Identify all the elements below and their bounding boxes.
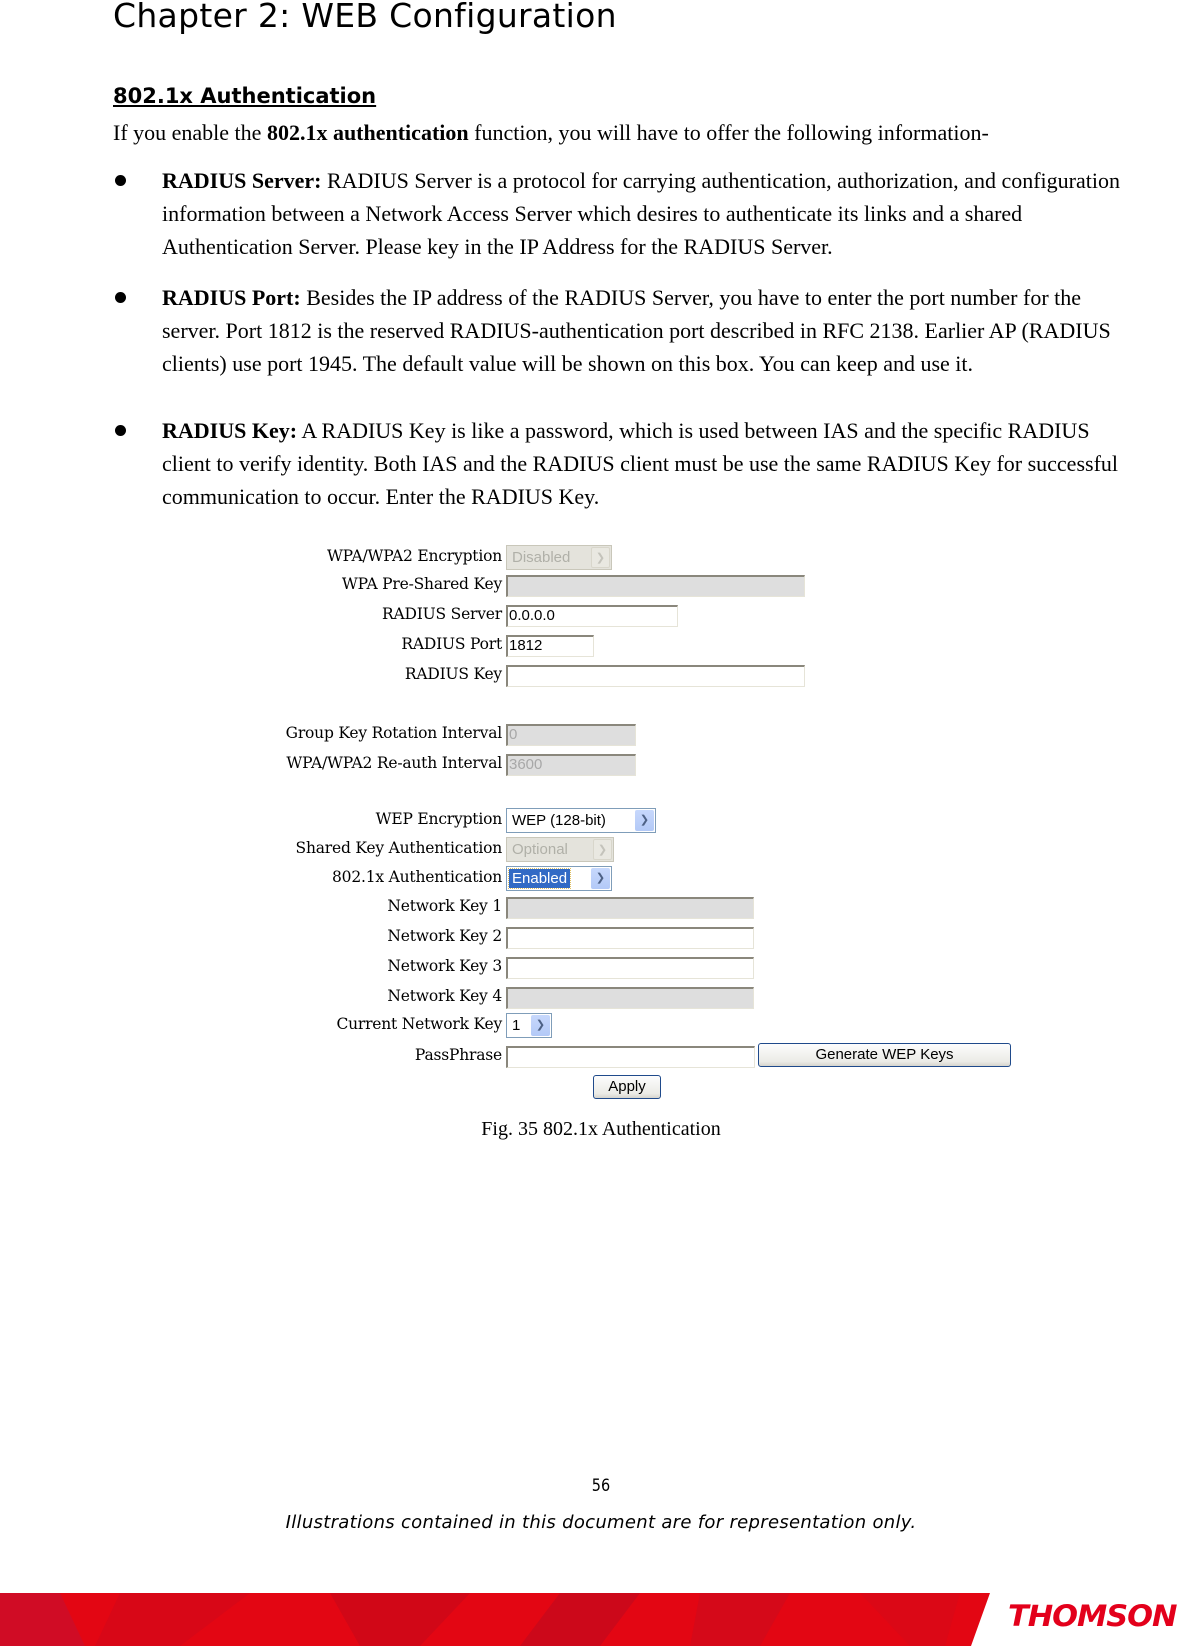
radius-server-label: RADIUS Server (382, 605, 502, 623)
passphrase-input[interactable] (506, 1046, 755, 1068)
intro-prefix: If you enable the (113, 120, 267, 145)
section-heading: 802.1x Authentication (113, 84, 377, 108)
wpa-encryption-value: Disabled (512, 549, 571, 566)
thomson-logo: THOMSON (1008, 1599, 1177, 1633)
group-key-interval-input[interactable]: 0 (506, 724, 636, 746)
wpa-psk-input[interactable] (506, 575, 805, 597)
network-key-4-input[interactable] (506, 987, 754, 1009)
bullet-radius-server: RADIUS Server: RADIUS Server is a protoc… (113, 164, 1133, 263)
chevron-down-icon: ❯ (593, 839, 612, 860)
network-key-2-input[interactable] (506, 927, 754, 949)
chapter-title: Chapter 2: WEB Configuration (113, 0, 617, 35)
group-key-interval-label: Group Key Rotation Interval (285, 724, 503, 742)
chevron-down-icon: ❯ (531, 1015, 550, 1036)
wpa-encryption-select[interactable]: Disabled ❯ (506, 545, 612, 570)
wpa-encryption-label: WPA/WPA2 Encryption (326, 547, 502, 565)
bullet-term: RADIUS Key: (162, 418, 298, 443)
chevron-down-icon: ❯ (591, 547, 610, 568)
bullet-term: RADIUS Server: (162, 168, 322, 193)
footer-disclaimer: Illustrations contained in this document… (285, 1512, 917, 1533)
bullet-radius-key: RADIUS Key: A RADIUS Key is like a passw… (113, 414, 1133, 513)
radius-key-label: RADIUS Key (404, 665, 502, 683)
network-key-2-label: Network Key 2 (387, 927, 502, 945)
bullet-term: RADIUS Port: (162, 285, 301, 310)
reauth-interval-label: WPA/WPA2 Re-auth Interval (286, 754, 502, 772)
current-network-key-label: Current Network Key (336, 1015, 502, 1033)
wpa-psk-label: WPA Pre-Shared Key (341, 575, 502, 593)
current-network-key-select[interactable]: 1 ❯ (506, 1013, 552, 1038)
network-key-1-input[interactable] (506, 897, 754, 919)
shared-key-auth-select[interactable]: Optional ❯ (506, 837, 614, 862)
intro-suffix: function, you will have to offer the fol… (468, 120, 989, 145)
bullet-text: A RADIUS Key is like a password, which i… (162, 418, 1119, 509)
radius-key-input[interactable] (506, 665, 805, 687)
chevron-down-icon: ❯ (635, 810, 654, 831)
intro-paragraph: If you enable the 802.1x authentication … (113, 116, 989, 149)
bullet-dot-icon (115, 175, 126, 186)
wep-encryption-value: WEP (128-bit) (512, 812, 606, 829)
bullet-radius-port: RADIUS Port: Besides the IP address of t… (113, 281, 1133, 380)
apply-button[interactable]: Apply (593, 1075, 661, 1099)
generate-wep-keys-button[interactable]: Generate WEP Keys (758, 1043, 1011, 1067)
figure-caption: Fig. 35 802.1x Authentication (481, 1118, 721, 1140)
wep-encryption-label: WEP Encryption (375, 810, 503, 828)
wep-encryption-select[interactable]: WEP (128-bit) ❯ (506, 808, 656, 833)
bullet-dot-icon (115, 292, 126, 303)
radius-server-input[interactable]: 0.0.0.0 (506, 605, 678, 627)
reauth-interval-input[interactable]: 3600 (506, 754, 636, 776)
bullet-dot-icon (115, 425, 126, 436)
radius-port-label: RADIUS Port (401, 635, 502, 653)
passphrase-label: PassPhrase (414, 1046, 502, 1064)
bullet-text: Besides the IP address of the RADIUS Ser… (162, 285, 1111, 376)
intro-bold: 802.1x authentication (266, 120, 469, 145)
network-key-3-label: Network Key 3 (387, 957, 502, 975)
radius-port-input[interactable]: 1812 (506, 635, 594, 657)
dot1x-auth-value: Enabled (507, 868, 572, 889)
chevron-down-icon: ❯ (591, 868, 610, 889)
shared-key-auth-label: Shared Key Authentication (295, 839, 503, 857)
page-number: 56 (591, 1476, 611, 1496)
dot1x-auth-label: 802.1x Authentication (332, 868, 502, 886)
network-key-4-label: Network Key 4 (387, 987, 502, 1005)
dot1x-auth-select[interactable]: Enabled ❯ (506, 866, 612, 891)
current-network-key-value: 1 (512, 1017, 521, 1034)
network-key-1-label: Network Key 1 (387, 897, 502, 915)
shared-key-auth-value: Optional (512, 841, 568, 858)
network-key-3-input[interactable] (506, 957, 754, 979)
